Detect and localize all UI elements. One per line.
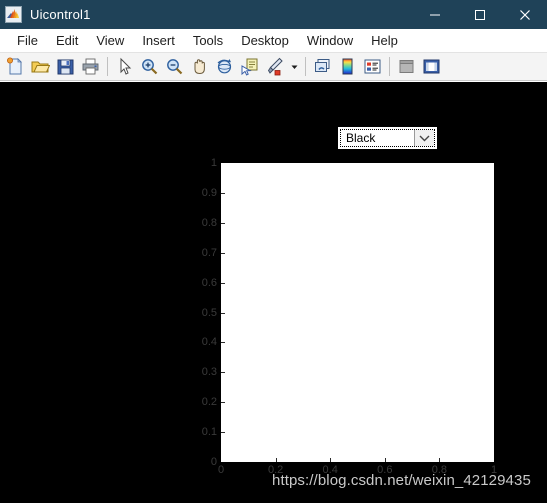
window-title: Uicontrol1 — [30, 7, 91, 22]
toolbar-separator — [389, 57, 390, 76]
pan-hand-icon[interactable] — [187, 55, 212, 79]
menu-item-view[interactable]: View — [87, 30, 133, 51]
matlab-figure-window: Uicontrol1 File Edit View Insert Tools D… — [0, 0, 547, 503]
colorbar-icon[interactable] — [335, 55, 360, 79]
y-tick-label: 0.3 — [201, 366, 217, 379]
y-tick-label: 0.7 — [201, 246, 217, 259]
toolbar-separator — [107, 57, 108, 76]
menu-item-desktop[interactable]: Desktop — [232, 30, 298, 51]
toolbar — [0, 53, 547, 81]
legend-icon[interactable] — [360, 55, 385, 79]
brush-dropdown-arrow-icon[interactable] — [287, 55, 301, 79]
data-cursor-icon[interactable] — [237, 55, 262, 79]
menu-item-insert[interactable]: Insert — [133, 30, 184, 51]
pointer-arrow-icon[interactable] — [112, 55, 137, 79]
color-select-value: Black — [346, 131, 376, 145]
chevron-down-icon[interactable] — [414, 130, 434, 146]
menu-item-window[interactable]: Window — [298, 30, 362, 51]
brush-icon[interactable] — [262, 55, 287, 79]
y-tick-label: 1 — [210, 157, 217, 169]
menu-bar: File Edit View Insert Tools Desktop Wind… — [0, 29, 547, 53]
open-file-icon[interactable] — [28, 55, 53, 79]
show-plot-tools-icon[interactable] — [419, 55, 444, 79]
link-plot-icon[interactable] — [310, 55, 335, 79]
y-axis-tick-labels: 1 0.9 0.8 0.7 0.6 0.5 0.4 0.3 0.2 0.1 0 — [186, 157, 217, 468]
title-bar: Uicontrol1 — [0, 0, 547, 29]
print-figure-icon[interactable] — [78, 55, 103, 79]
y-tick-label: 0.4 — [201, 336, 217, 349]
y-tick-label: 0.8 — [201, 216, 217, 229]
y-tick-label: 0.2 — [201, 396, 217, 409]
toolbar-separator — [305, 57, 306, 76]
y-tick-label: 0.9 — [201, 186, 217, 199]
zoom-out-icon[interactable] — [162, 55, 187, 79]
y-tick-label: 0.6 — [201, 276, 217, 289]
menu-item-tools[interactable]: Tools — [184, 30, 232, 51]
color-select-dropdown-inner: Black — [340, 129, 435, 147]
zoom-in-icon[interactable] — [137, 55, 162, 79]
save-figure-icon[interactable] — [53, 55, 78, 79]
y-tick-label: 0.1 — [201, 426, 217, 439]
hide-plot-tools-icon[interactable] — [394, 55, 419, 79]
new-figure-icon[interactable] — [3, 55, 28, 79]
close-icon[interactable] — [502, 0, 547, 29]
minimize-icon[interactable] — [412, 0, 457, 29]
menu-item-file[interactable]: File — [8, 30, 47, 51]
rotate-3d-icon[interactable] — [212, 55, 237, 79]
menu-item-edit[interactable]: Edit — [47, 30, 87, 51]
color-select-dropdown[interactable]: Black — [337, 126, 438, 150]
window-controls — [412, 0, 547, 29]
x-tick-label: 0 — [217, 464, 225, 476]
axes-plot-area[interactable] — [221, 163, 494, 462]
maximize-icon[interactable] — [457, 0, 502, 29]
matlab-icon — [5, 6, 22, 23]
y-tick-label: 0 — [210, 456, 217, 468]
menu-item-help[interactable]: Help — [362, 30, 407, 51]
y-tick-label: 0.5 — [201, 306, 217, 319]
watermark-text: https://blog.csdn.net/weixin_42129435 — [272, 472, 531, 489]
